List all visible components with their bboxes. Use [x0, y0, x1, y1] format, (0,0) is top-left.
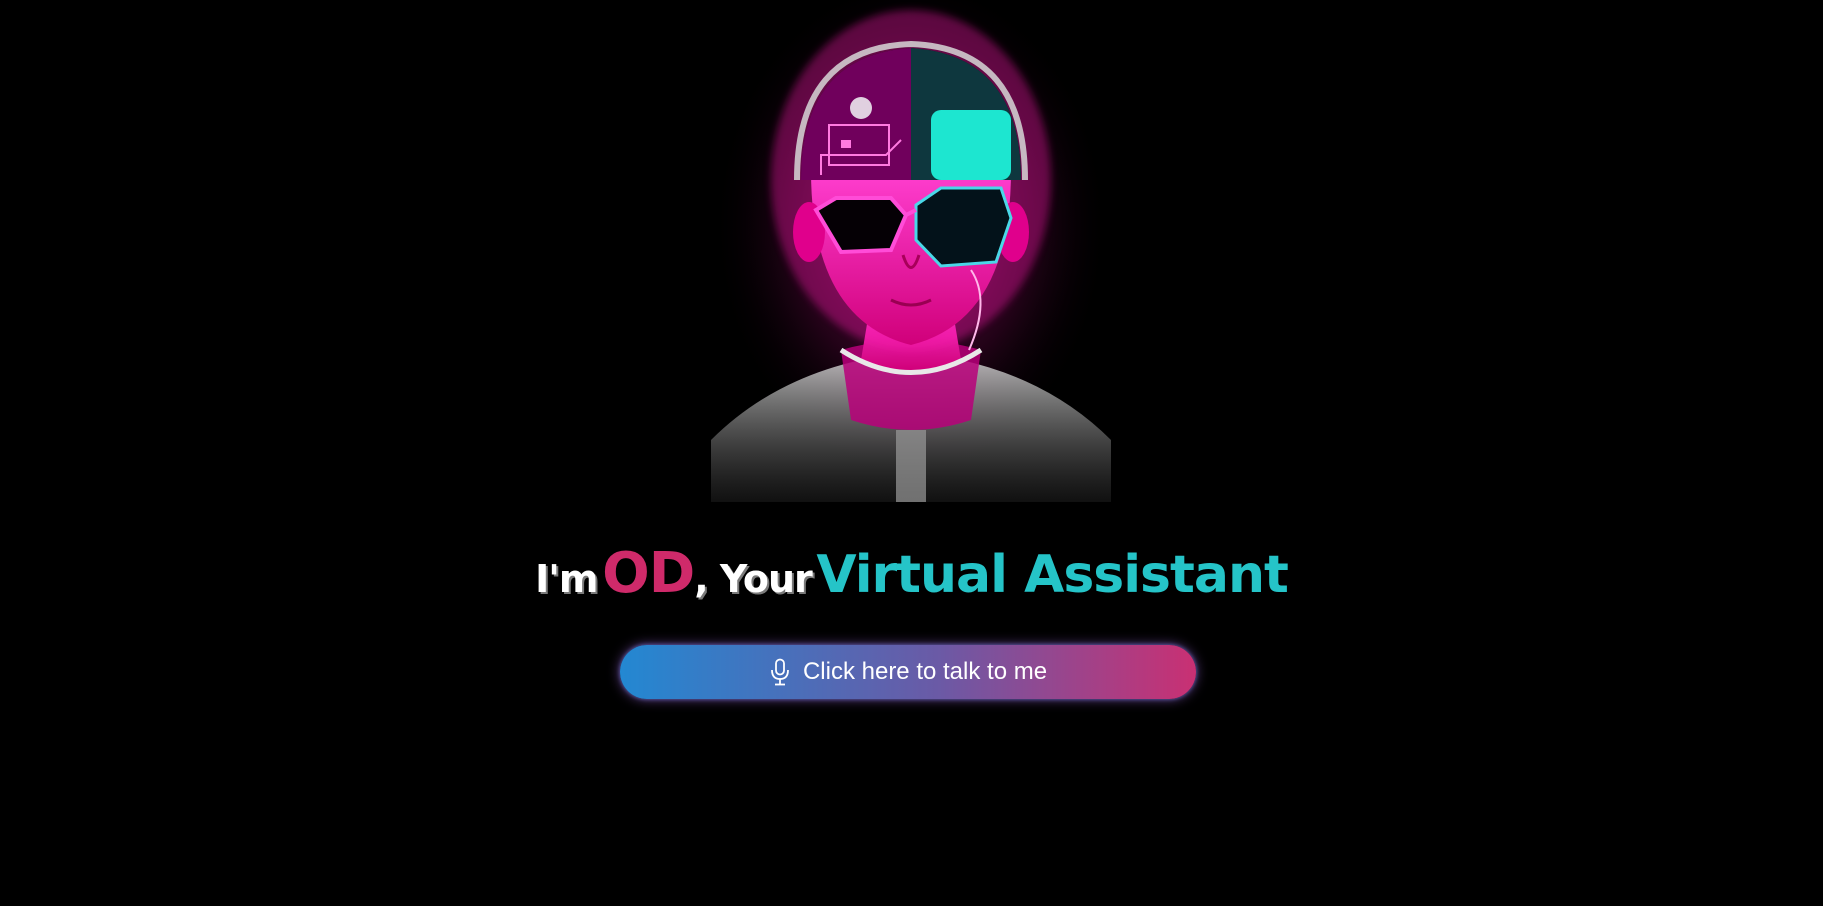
headline-highlight: Virtual Assistant: [816, 545, 1288, 605]
neon-avatar-icon: [711, 0, 1111, 502]
headline: I'm OD, Your Virtual Assistant: [0, 540, 1823, 621]
talk-to-me-button[interactable]: Click here to talk to me: [620, 645, 1196, 699]
microphone-icon: [771, 658, 789, 686]
assistant-name: OD: [602, 541, 695, 606]
assistant-landing-page: I'm OD, Your Virtual Assistant Click her…: [0, 0, 1823, 906]
headline-middle: , Your: [694, 557, 813, 601]
headline-prefix: I'm: [535, 557, 598, 601]
talk-button-label: Click here to talk to me: [802, 658, 1048, 685]
assistant-avatar-image: [711, 0, 1111, 502]
